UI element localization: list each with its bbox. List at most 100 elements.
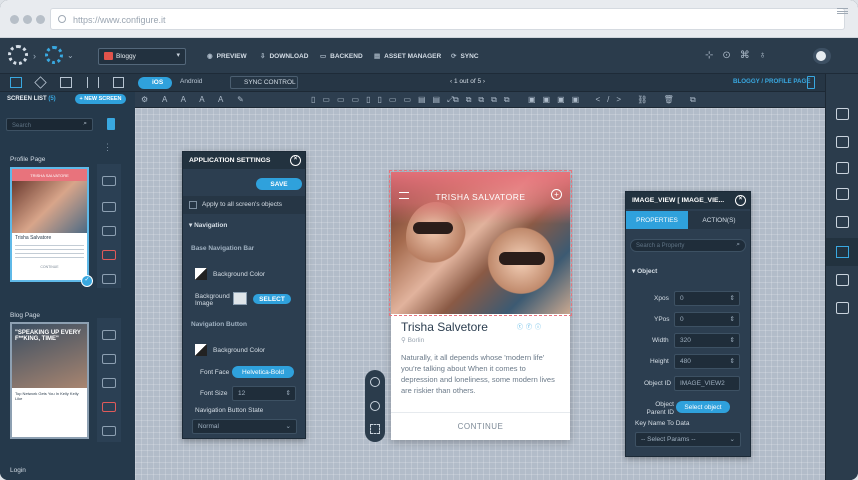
avatar-icon [816, 51, 826, 61]
panel-icon[interactable] [836, 216, 849, 228]
sync-control-button[interactable]: SYNC CONTROL [230, 76, 298, 89]
selection-outline [389, 170, 572, 316]
image-view-header: IMAGE_VIEW [ IMAGE_VIE... × [626, 192, 750, 209]
navigation-section[interactable]: ▾ Navigation [189, 221, 227, 229]
save-icon[interactable] [102, 354, 116, 364]
notes-icon[interactable] [836, 162, 849, 174]
drag-handle-icon[interactable]: ⋮ [103, 142, 112, 153]
close-icon[interactable]: × [290, 155, 301, 166]
window-minimize-dot[interactable] [23, 15, 32, 24]
key-name-select[interactable]: -- Select Params -- ⌄ [635, 432, 741, 447]
new-screen-button[interactable]: + NEW SCREEN [75, 94, 126, 104]
toolbar-right-icons[interactable]: ⊹⊙⌘♁ [705, 50, 775, 61]
font-size-input[interactable]: 12 ⇕ [232, 386, 296, 401]
apply-all-label: Apply to all screen's objects [202, 201, 283, 208]
fit-screen-icon[interactable] [370, 424, 380, 434]
align-icons[interactable]: ▯▭▭▭▯▯▭▭▤▤⤢ [311, 95, 461, 105]
social-icons[interactable]: ⓣⓕⓘ [517, 322, 544, 331]
stepper-icon[interactable]: ⇕ [286, 389, 291, 397]
chevron-down-icon[interactable]: ⌄ [67, 51, 74, 60]
continue-button[interactable]: CONTINUE [391, 422, 570, 431]
delete-icon[interactable] [102, 250, 116, 260]
menu-icon[interactable] [837, 8, 848, 14]
select-object-button[interactable]: Select object [676, 401, 730, 413]
arrange-icons[interactable]: ⧉⧉⧉⧉⧉ [453, 95, 517, 105]
move-down-icon[interactable] [102, 274, 116, 284]
screen-search-input[interactable]: Search ⌕ [6, 118, 93, 131]
stepper-icon[interactable]: ⇕ [730, 294, 735, 302]
property-search-input[interactable]: Search a Property ⌕ [630, 239, 746, 252]
font-size-label: Font Size [200, 390, 228, 397]
thumb-name: Trisha Salvatore [15, 235, 52, 241]
gear-logo-icon[interactable] [8, 45, 28, 65]
xpos-input[interactable]: 0 ⇕ [674, 291, 740, 306]
bg-image-preview[interactable] [233, 292, 247, 305]
height-input[interactable]: 480 ⇕ [674, 354, 740, 369]
app-select[interactable]: Bloggy ▾ [98, 48, 186, 65]
width-value: 320 [680, 337, 691, 344]
address-bar[interactable]: https://www.configure.it [50, 8, 845, 30]
edit-icons[interactable]: ▣▣▣▣ </> ⛓ 🗑 ⧉ [528, 95, 703, 105]
copy-icon[interactable] [102, 226, 116, 236]
tab-properties[interactable]: PROPERTIES [626, 211, 688, 229]
move-down-icon[interactable] [102, 426, 116, 436]
phone-divider [391, 412, 570, 413]
save-icon[interactable] [102, 202, 116, 212]
width-input[interactable]: 320 ⇕ [674, 333, 740, 348]
stepper-icon[interactable]: ⇕ [730, 336, 735, 344]
window-icon[interactable] [113, 77, 124, 88]
window-close-dot[interactable] [10, 15, 19, 24]
app-window: https://www.configure.it › ⌄ Bloggy ▾ ◉ PR… [0, 0, 858, 480]
ypos-input[interactable]: 0 ⇕ [674, 312, 740, 327]
list-icon[interactable] [836, 188, 849, 200]
screen-thumb-profile[interactable]: TRISHA SALVATORE Trisha Salvatore CONTIN… [10, 167, 89, 282]
stepper-icon[interactable]: ⇕ [730, 357, 735, 365]
delete-icon[interactable] [102, 402, 116, 412]
select-image-button[interactable]: SELECT [253, 294, 291, 304]
zoom-out-icon[interactable] [370, 401, 380, 411]
font-face-value[interactable]: Helvetica-Bold [232, 366, 294, 378]
move-up-icon[interactable] [102, 176, 116, 186]
preview-button[interactable]: ◉ PREVIEW [207, 52, 247, 60]
bg-color-swatch[interactable] [195, 268, 207, 280]
ios-toggle[interactable]: iOS [138, 77, 172, 89]
sync-button[interactable]: ⟳ SYNC [451, 52, 479, 60]
grid-tab-active[interactable] [826, 238, 858, 266]
cube-icon[interactable] [34, 76, 47, 89]
download-button[interactable]: ⇩ DOWNLOAD [260, 52, 308, 60]
save-button[interactable]: SAVE [256, 178, 302, 190]
sliders-icon[interactable] [87, 77, 99, 88]
apply-all-row[interactable]: Apply to all screen's objects [183, 196, 305, 214]
tools-icon[interactable] [836, 108, 849, 120]
font-size-value: 12 [238, 390, 246, 397]
document-icon[interactable] [836, 136, 849, 148]
user-avatar[interactable] [813, 48, 831, 64]
zoom-in-icon[interactable] [370, 377, 380, 387]
screen-view-toggle[interactable] [107, 118, 115, 130]
breadcrumb[interactable]: BLOGGY / PROFILE PAGE [733, 78, 810, 85]
undo-icon[interactable] [836, 274, 849, 286]
eye-icon: ◉ [207, 53, 213, 60]
nav-state-select[interactable]: Normal ⌄ [192, 419, 297, 434]
backend-button[interactable]: ▭ BACKEND [320, 52, 363, 60]
stepper-icon[interactable]: ⇕ [730, 315, 735, 323]
edit-icon[interactable] [836, 302, 849, 314]
screen-pager[interactable]: ‹ 1 out of 5 › [450, 78, 485, 85]
screen-thumb-blog[interactable]: "SPEAKING UP EVERY F**KING, TIME" Top Ne… [10, 322, 89, 439]
android-toggle[interactable]: Android [180, 78, 202, 85]
settings-gear-icon[interactable] [45, 46, 63, 64]
copy-icon[interactable] [102, 378, 116, 388]
format-icons[interactable]: ⚙ A A A A ✎ [141, 95, 250, 104]
grid-view-icon[interactable] [10, 77, 22, 88]
object-id-input[interactable]: IMAGE_VIEW2 [674, 376, 740, 391]
close-icon[interactable]: × [735, 195, 746, 206]
object-section[interactable]: ▾ Object [632, 267, 657, 275]
asset-manager-button[interactable]: ▤ ASSET MANAGER [374, 52, 441, 60]
device-icon[interactable] [807, 76, 815, 89]
move-up-icon[interactable] [102, 330, 116, 340]
window-zoom-dot[interactable] [36, 15, 45, 24]
layout-icon[interactable] [60, 77, 72, 88]
nav-bg-color-swatch[interactable] [195, 344, 207, 356]
apply-all-checkbox[interactable] [189, 201, 197, 209]
tab-actions[interactable]: ACTION(S) [688, 211, 750, 229]
